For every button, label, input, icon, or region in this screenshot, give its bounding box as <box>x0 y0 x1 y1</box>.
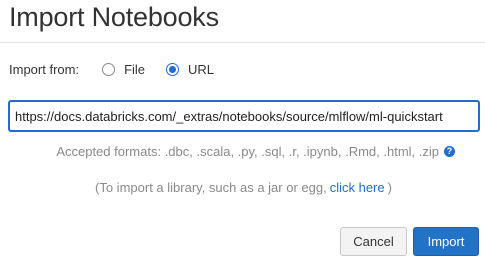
library-hint-suffix: ) <box>387 180 392 195</box>
file-radio[interactable] <box>102 62 116 76</box>
click-here-link[interactable]: click here <box>330 180 385 195</box>
import-from-row: Import from: File URL <box>9 60 214 78</box>
accepted-formats-text: Accepted formats: .dbc, .scala, .py, .sq… <box>56 144 439 159</box>
dialog-title: Import Notebooks <box>9 2 219 32</box>
import-button[interactable]: Import <box>413 227 479 256</box>
accepted-formats-row: Accepted formats: .dbc, .scala, .py, .sq… <box>0 144 485 159</box>
question-circle-icon[interactable]: ? <box>444 146 455 157</box>
url-input[interactable] <box>9 101 479 131</box>
import-from-file-option[interactable]: File <box>102 62 145 77</box>
import-from-label: Import from: <box>9 61 80 77</box>
file-radio-label: File <box>124 61 146 77</box>
library-hint-prefix: (To import a library, such as a jar or e… <box>95 180 327 195</box>
cancel-button[interactable]: Cancel <box>340 227 407 256</box>
url-radio-label: URL <box>188 61 215 77</box>
import-from-url-option[interactable]: URL <box>166 62 214 77</box>
url-radio[interactable] <box>166 62 180 76</box>
import-library-row: (To import a library, such as a jar or e… <box>0 180 485 195</box>
title-divider <box>0 42 485 43</box>
